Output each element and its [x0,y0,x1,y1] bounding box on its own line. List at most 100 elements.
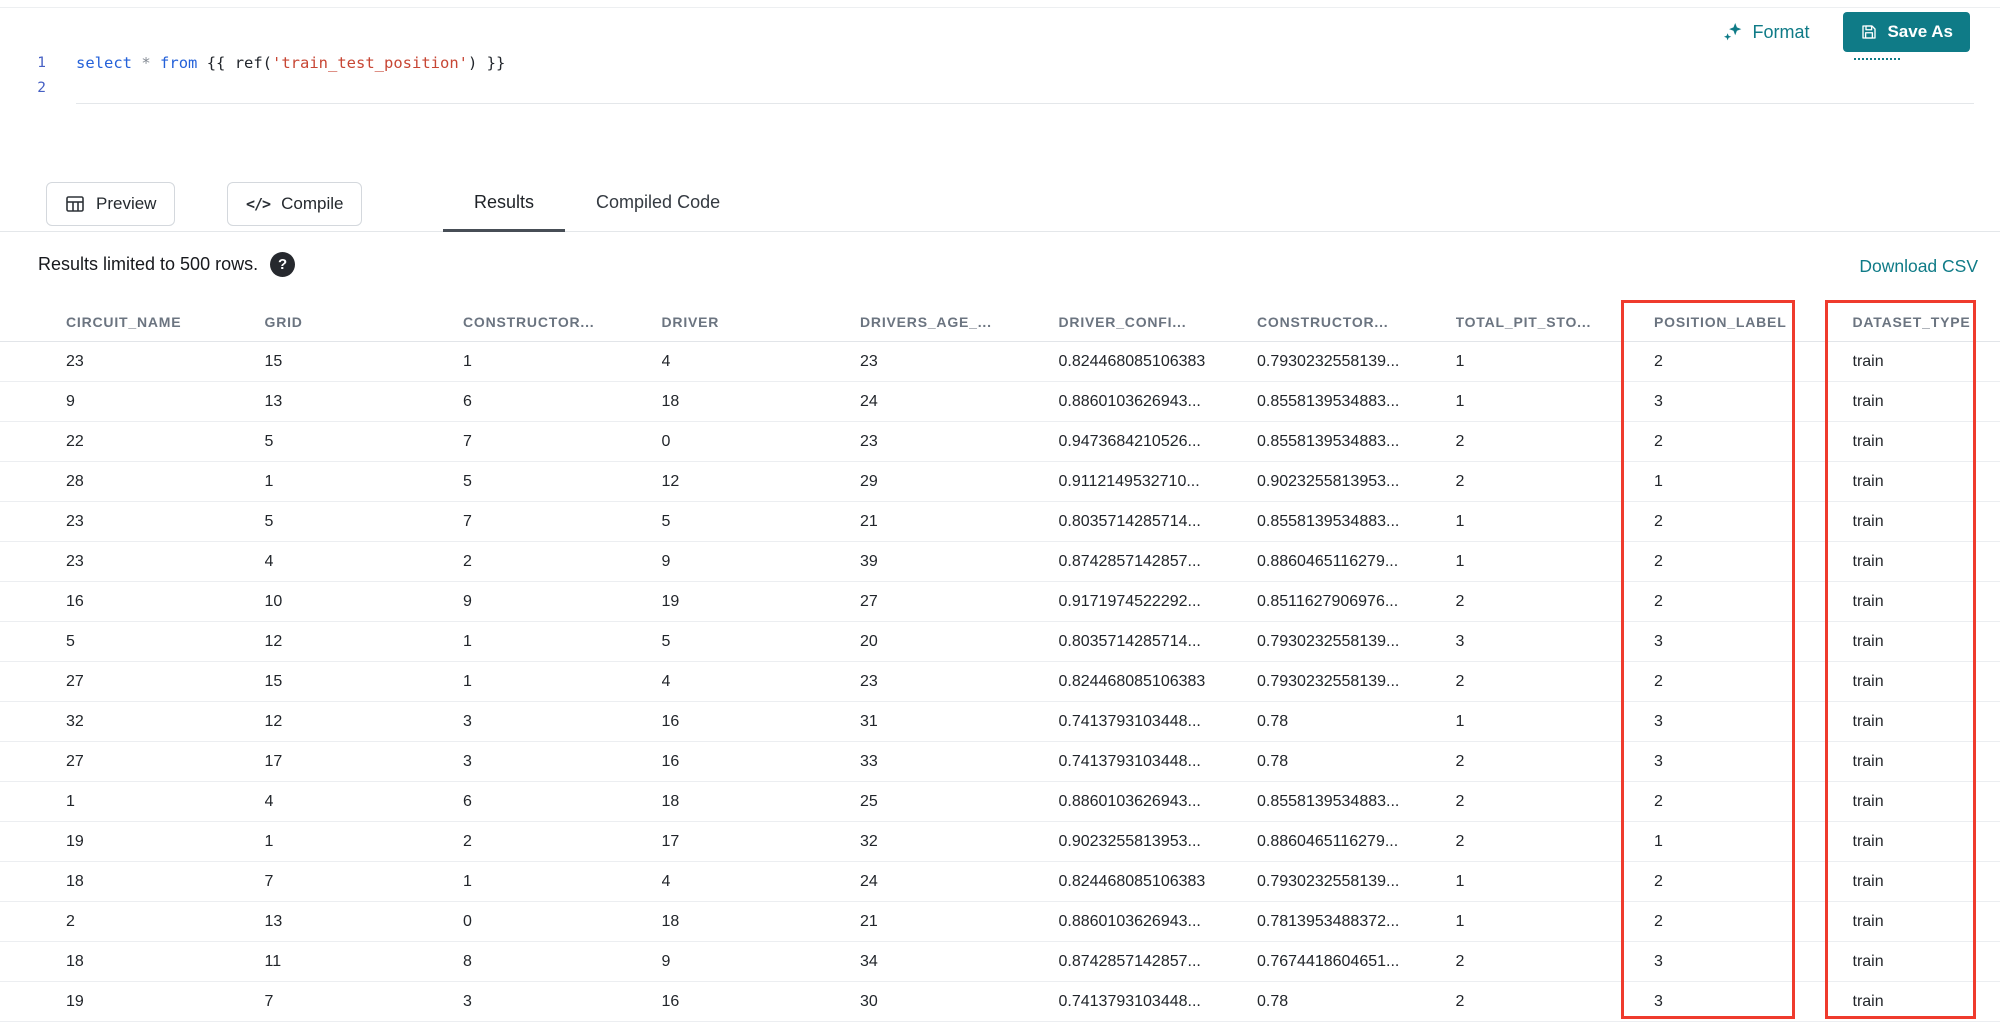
table-cell: 1 [463,873,662,891]
table-cell: 0.9171974522292... [1059,593,1258,611]
table-cell: 3 [1654,753,1853,771]
table-cell: 23 [66,513,265,531]
help-icon[interactable]: ? [270,252,295,277]
table-cell: 39 [860,553,1059,571]
table-cell: train [1853,793,2000,811]
table-cell: 32 [66,713,265,731]
table-cell: 8 [463,953,662,971]
table-cell: 3 [463,753,662,771]
pane-top-divider [0,7,2000,8]
table-cell: 1 [265,473,464,491]
table-cell: 1 [1456,873,1655,891]
table-cell: 19 [66,833,265,851]
table-cell: 17 [265,753,464,771]
column-header: GRID [265,314,464,330]
table-cell: 3 [463,713,662,731]
code-line[interactable]: 1select * from {{ ref('train_test_positi… [0,51,2000,76]
table-cell: 5 [265,433,464,451]
table-cell: 9 [662,553,861,571]
table-cell: 1 [1456,713,1655,731]
table-cell: 0.78 [1257,993,1456,1011]
compile-button[interactable]: </> Compile [227,182,362,226]
format-label: Format [1752,22,1809,43]
table-cell: train [1853,513,2000,531]
table-header-row: CIRCUIT_NAMEGRIDCONSTRUCTOR...DRIVERDRIV… [0,302,2000,342]
table-cell: 0.7413793103448... [1059,713,1258,731]
table-row: 14618250.8860103626943...0.8558139534883… [0,782,2000,822]
table-cell: 0.7413793103448... [1059,753,1258,771]
table-cell: 1 [1456,353,1655,371]
table-cell: 0.8860103626943... [1059,793,1258,811]
save-as-button[interactable]: Save As [1843,12,1970,52]
table-row: 1610919270.9171974522292...0.85116279069… [0,582,2000,622]
table-cell: 19 [662,593,861,611]
table-cell: 4 [662,673,861,691]
table-cell: 23 [66,553,265,571]
results-status: Results limited to 500 rows. ? [38,252,295,277]
tab-results-label: Results [474,192,534,213]
table-cell: 30 [860,993,1059,1011]
column-header: CONSTRUCTOR... [1257,314,1456,330]
table-cell: 0.78 [1257,753,1456,771]
table-row: 913618240.8860103626943...0.855813953488… [0,382,2000,422]
table-cell: 0.9473684210526... [1059,433,1258,451]
table-cell: 0.7674418604651... [1257,953,1456,971]
table-cell: 13 [265,393,464,411]
table-cell: 21 [860,513,1059,531]
table-cell: 2 [1456,833,1655,851]
tab-compiled-code[interactable]: Compiled Code [565,176,751,232]
table-row: 51215200.8035714285714...0.7930232558139… [0,622,2000,662]
table-cell: 9 [66,393,265,411]
table-cell: train [1853,993,2000,1011]
table-cell: 2 [1654,513,1853,531]
line-number: 1 [0,51,46,76]
table-cell: 3 [1654,953,1853,971]
tab-compiled-code-label: Compiled Code [596,192,720,213]
table-cell: 7 [463,433,662,451]
table-cell: 0.7813953488372... [1257,913,1456,931]
download-csv-link[interactable]: Download CSV [1859,256,1978,277]
table-cell: 1 [463,673,662,691]
table-row: 281512290.9112149532710...0.902325581395… [0,462,2000,502]
table-row: 231514230.8244680851063830.7930232558139… [0,342,2000,382]
preview-label: Preview [96,194,156,214]
table-cell: 0.7930232558139... [1257,353,1456,371]
table-cell: train [1853,913,2000,931]
table-cell: 24 [860,393,1059,411]
table-cell: 2 [1456,433,1655,451]
table-cell: 4 [662,873,861,891]
preview-button[interactable]: Preview [46,182,175,226]
table-cell: 24 [860,873,1059,891]
format-button[interactable]: Format [1721,18,1811,47]
tab-results[interactable]: Results [443,176,565,232]
sql-editor[interactable]: 1select * from {{ ref('train_test_positi… [0,51,2000,101]
column-header: TOTAL_PIT_STO... [1456,314,1655,330]
table-cell: 32 [860,833,1059,851]
table-cell: 5 [662,633,861,651]
table-cell: 0.8558139534883... [1257,513,1456,531]
table-cell: 22 [66,433,265,451]
table-cell: train [1853,433,2000,451]
column-header: DRIVER [662,314,861,330]
table-cell: train [1853,633,2000,651]
table-cell: 1 [463,353,662,371]
table-cell: 21 [860,913,1059,931]
table-cell: 2 [463,833,662,851]
code-text[interactable]: select * from {{ ref('train_test_positio… [46,51,505,76]
table-cell: 27 [860,593,1059,611]
table-cell: 0 [463,913,662,931]
table-cell: 18 [662,393,861,411]
save-as-label: Save As [1887,22,1953,42]
table-cell: 6 [463,793,662,811]
table-cell: 0.8860465116279... [1257,553,1456,571]
table-cell: 0.7413793103448... [1059,993,1258,1011]
code-text[interactable] [46,76,76,101]
code-line[interactable]: 2 [0,76,2000,101]
sparkle-icon [1723,22,1743,42]
table-cell: train [1853,833,2000,851]
table-cell: 1 [1456,393,1655,411]
table-cell: 0.8558139534883... [1257,433,1456,451]
table-cell: 4 [265,553,464,571]
column-header: DATASET_TYPE [1853,314,2000,330]
table-cell: 0.9023255813953... [1059,833,1258,851]
